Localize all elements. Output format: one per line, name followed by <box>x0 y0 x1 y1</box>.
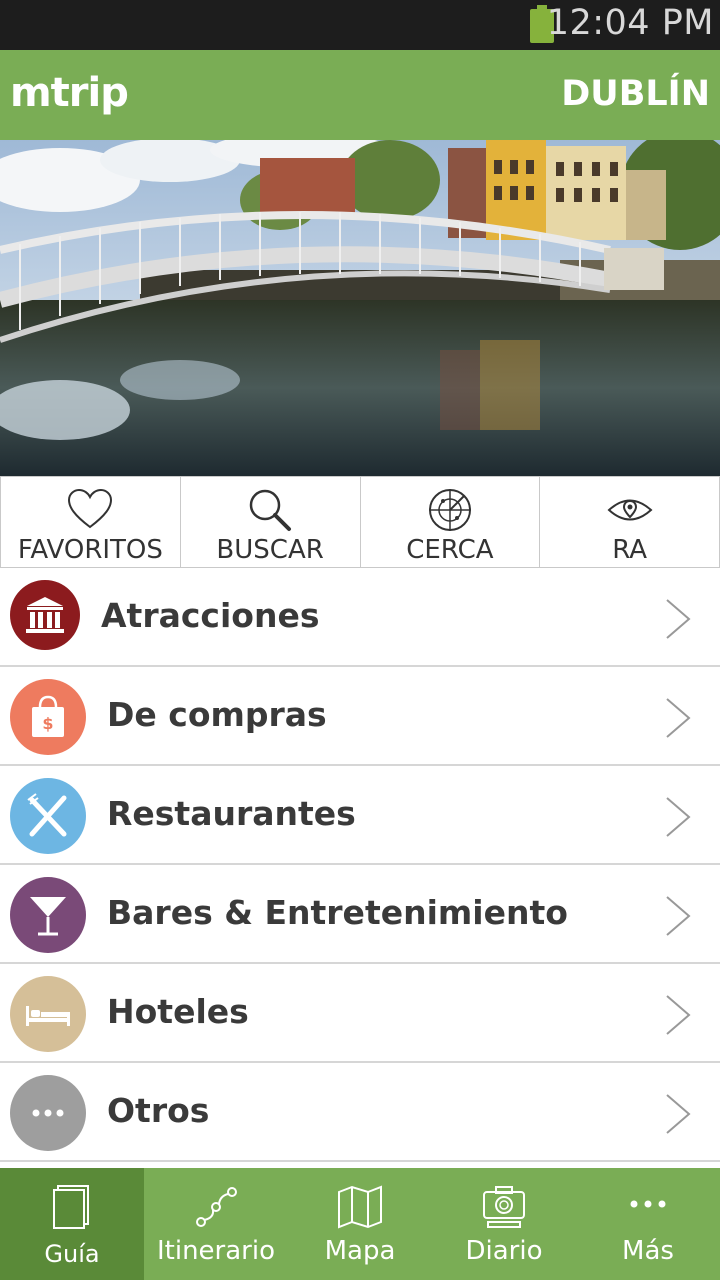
status-bar: 12:04 PM <box>0 0 720 50</box>
guide-book-icon <box>53 1185 89 1229</box>
nav-itinerario[interactable]: Itinerario <box>144 1168 288 1280</box>
nav-guia[interactable]: Guía <box>0 1168 144 1280</box>
ar-button[interactable]: RA <box>539 477 720 567</box>
chevron-right-icon <box>666 698 691 738</box>
category-list: Atracciones $ De compras Restaurantes Ba… <box>0 568 720 1162</box>
chevron-right-icon <box>666 896 691 936</box>
route-icon <box>196 1187 237 1227</box>
nav-mas[interactable]: Más <box>576 1168 720 1280</box>
category-row-atracciones[interactable]: Atracciones <box>0 568 720 667</box>
ar-label: RA <box>612 535 648 565</box>
category-label: Bares & Entretenimiento <box>107 893 568 932</box>
bed-icon <box>10 976 86 1052</box>
favorites-label: FAVORITOS <box>17 535 163 565</box>
more-dots-icon <box>10 1075 86 1151</box>
category-row-otros[interactable]: Otros <box>0 1063 720 1162</box>
favorites-button[interactable]: FAVORITOS <box>0 477 180 567</box>
quick-actions-bar: FAVORITOS BUSCAR CERCA RA <box>0 476 720 568</box>
more-icon <box>630 1200 666 1208</box>
category-row-compras[interactable]: $ De compras <box>0 667 720 766</box>
chevron-right-icon <box>666 1094 691 1134</box>
category-row-restaurantes[interactable]: Restaurantes <box>0 766 720 865</box>
camera-icon <box>483 1186 525 1228</box>
museum-icon <box>10 580 80 650</box>
category-label: De compras <box>107 695 327 734</box>
app-logo: mtrip <box>10 70 129 116</box>
chevron-right-icon <box>666 995 691 1035</box>
shopping-bag-icon: $ <box>10 679 86 755</box>
radar-icon <box>428 489 471 531</box>
category-label: Otros <box>107 1091 210 1130</box>
search-button[interactable]: BUSCAR <box>179 477 360 567</box>
nearby-label: CERCA <box>406 535 494 565</box>
category-label: Restaurantes <box>107 794 356 833</box>
nav-label: Diario <box>465 1236 543 1266</box>
search-icon <box>249 489 292 531</box>
category-row-hoteles[interactable]: Hoteles <box>0 964 720 1063</box>
heart-icon <box>68 488 113 529</box>
svg-text:$: $ <box>42 714 53 733</box>
nav-diario[interactable]: Diario <box>432 1168 576 1280</box>
chevron-right-icon <box>666 599 691 639</box>
nav-mapa[interactable]: Mapa <box>288 1168 432 1280</box>
fork-knife-icon <box>10 778 86 854</box>
category-row-bares[interactable]: Bares & Entretenimiento <box>0 865 720 964</box>
map-icon <box>338 1185 382 1229</box>
category-label: Atracciones <box>101 596 320 635</box>
nav-label: Itinerario <box>156 1236 275 1266</box>
app-header: mtrip DUBLÍN <box>0 50 720 140</box>
nearby-button[interactable]: CERCA <box>359 477 540 567</box>
cocktail-icon <box>10 877 86 953</box>
nav-label: Más <box>622 1236 674 1266</box>
nav-label: Guía <box>44 1240 100 1268</box>
chevron-right-icon <box>666 797 691 837</box>
eye-icon <box>607 499 653 521</box>
category-label: Hoteles <box>107 992 249 1031</box>
bottom-nav: Guía Itinerario Mapa Diario Más <box>0 1168 720 1280</box>
hapenny-bridge-photo <box>0 140 720 476</box>
city-title[interactable]: DUBLÍN <box>561 74 710 114</box>
search-label: BUSCAR <box>216 535 324 565</box>
status-time: 12:04 PM <box>546 3 714 43</box>
hero-image <box>0 140 720 476</box>
nav-label: Mapa <box>324 1236 396 1266</box>
